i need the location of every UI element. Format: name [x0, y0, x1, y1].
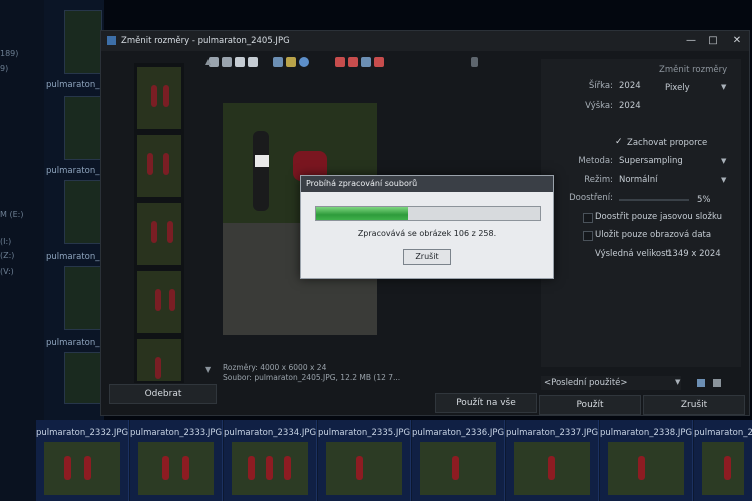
sharpen-value[interactable]: 5% [697, 195, 711, 205]
width-input[interactable]: 2024 [619, 81, 641, 91]
progress-message: Zpracovává se obrázek 106 z 258. [357, 229, 497, 238]
progress-bar-fill [316, 207, 408, 220]
window-title: Změnit rozměry - pulmaraton_2405.JPG [121, 36, 290, 46]
unit-select[interactable]: Pixely [665, 83, 690, 93]
lock-icon[interactable] [471, 57, 478, 67]
cancel-processing-button[interactable]: Zrušit [403, 249, 451, 265]
strip-thumbnail[interactable] [137, 203, 181, 265]
layout-icon[interactable] [348, 57, 358, 67]
save-only-label[interactable]: Uložit pouze obrazová data [595, 230, 711, 240]
file-tile[interactable]: pulmaraton_2332.JPG [36, 420, 129, 501]
file-tile[interactable]: pulmaraton_2336.JPG [412, 420, 505, 501]
save-only-checkbox[interactable] [583, 231, 593, 241]
bottom-file-row: pulmaraton_2332.JPG pulmaraton_2333.JPG … [36, 420, 752, 501]
file-tile[interactable]: pulmaraton_2337.JPG [506, 420, 599, 501]
file-tile[interactable]: pulmaraton_2338.JPG [600, 420, 693, 501]
layout-icon[interactable] [374, 57, 384, 67]
tree-label[interactable]: (I:) [0, 237, 11, 246]
checkmark-icon[interactable]: ✓ [615, 137, 623, 147]
progress-dialog: Probíhá zpracování souborů Zpracovává se… [300, 175, 554, 279]
sharpen-slider[interactable] [619, 199, 689, 201]
sharpen-only-checkbox[interactable] [583, 213, 593, 223]
maximize-icon[interactable]: □ [705, 34, 721, 48]
method-select[interactable]: Supersampling [619, 156, 683, 166]
close-icon[interactable]: ✕ [729, 34, 745, 48]
height-input[interactable]: 2024 [619, 101, 641, 111]
remove-button[interactable]: Odebrat [109, 384, 217, 404]
tree-label[interactable]: (Z:) [0, 251, 14, 260]
chevron-down-icon: ▼ [675, 378, 681, 386]
info-icon[interactable] [299, 57, 309, 67]
apply-all-button[interactable]: Použít na vše [435, 393, 537, 413]
mode-select[interactable]: Normální [619, 175, 658, 185]
minimize-icon[interactable]: — [683, 34, 699, 48]
strip-thumbnail[interactable] [137, 135, 181, 197]
scroll-down-icon[interactable]: ▼ [205, 365, 215, 375]
tree-label: 9) [0, 64, 9, 73]
layout-icon[interactable] [361, 57, 371, 67]
keep-ratio-checkbox[interactable]: Zachovat proporce [627, 138, 707, 148]
chevron-down-icon[interactable]: ▼ [721, 157, 726, 165]
tree-label[interactable]: (V:) [0, 267, 14, 276]
file-tile[interactable]: pulmaraton_2333.JPG [130, 420, 223, 501]
tree-label: 189) [0, 49, 19, 58]
fit-icon[interactable] [235, 57, 245, 67]
image-icon[interactable] [273, 57, 283, 67]
preset-select[interactable]: <Poslední použité> ▼ [541, 376, 681, 390]
file-tile[interactable]: pulmaraton_23 [694, 420, 752, 501]
zoom-out-icon[interactable] [222, 57, 232, 67]
progress-bar [315, 206, 541, 221]
strip-thumbnail[interactable] [137, 271, 181, 333]
preview-dimensions: Rozměry: 4000 x 6000 x 24 [223, 363, 327, 372]
app-icon [107, 36, 116, 45]
height-label: Výška: [585, 101, 613, 111]
file-strip [134, 63, 184, 383]
resize-settings-panel: Změnit rozměry Šířka: 2024 Pixely ▼ Výšk… [541, 59, 741, 367]
preview-info: Rozměry: 4000 x 6000 x 24 Soubor: pulmar… [223, 363, 400, 383]
progress-title: Probíhá zpracování souborů [306, 179, 418, 188]
progress-title-bar[interactable]: Probíhá zpracování souborů [301, 176, 553, 192]
file-tile[interactable]: pulmaraton_2335.JPG [318, 420, 411, 501]
fullscreen-icon[interactable] [248, 57, 258, 67]
scroll-up-icon[interactable]: ▲ [205, 57, 215, 67]
layout-icon[interactable] [335, 57, 345, 67]
tree-label[interactable]: M (E:) [0, 210, 23, 219]
result-size-value: 1349 x 2024 [667, 249, 721, 259]
preview-file-info: Soubor: pulmaraton_2405.JPG, 12.2 MB (12… [223, 373, 401, 382]
apply-button[interactable]: Použít [539, 395, 641, 415]
file-tile[interactable]: pulmaraton_2334.JPG [224, 420, 317, 501]
compare-icon[interactable] [286, 57, 296, 67]
chevron-down-icon[interactable]: ▼ [721, 83, 726, 91]
strip-thumbnail[interactable] [137, 339, 181, 381]
save-preset-icon[interactable] [697, 379, 705, 387]
cancel-button[interactable]: Zrušit [643, 395, 745, 415]
width-label: Šířka: [588, 81, 613, 91]
method-label: Metoda: [578, 156, 613, 166]
thumbnail-column: pulmaraton_233 pulmaraton_233 pulmaraton… [44, 0, 116, 420]
strip-thumbnail[interactable] [137, 67, 181, 129]
result-size-label: Výsledná velikost: [595, 249, 672, 259]
panel-heading: Změnit rozměry [659, 65, 728, 75]
title-bar[interactable]: Změnit rozměry - pulmaraton_2405.JPG — □… [101, 31, 749, 51]
settings-icon[interactable] [713, 379, 721, 387]
chevron-down-icon[interactable]: ▼ [721, 176, 726, 184]
sharpen-only-label[interactable]: Doostřit pouze jasovou složku [595, 212, 722, 222]
